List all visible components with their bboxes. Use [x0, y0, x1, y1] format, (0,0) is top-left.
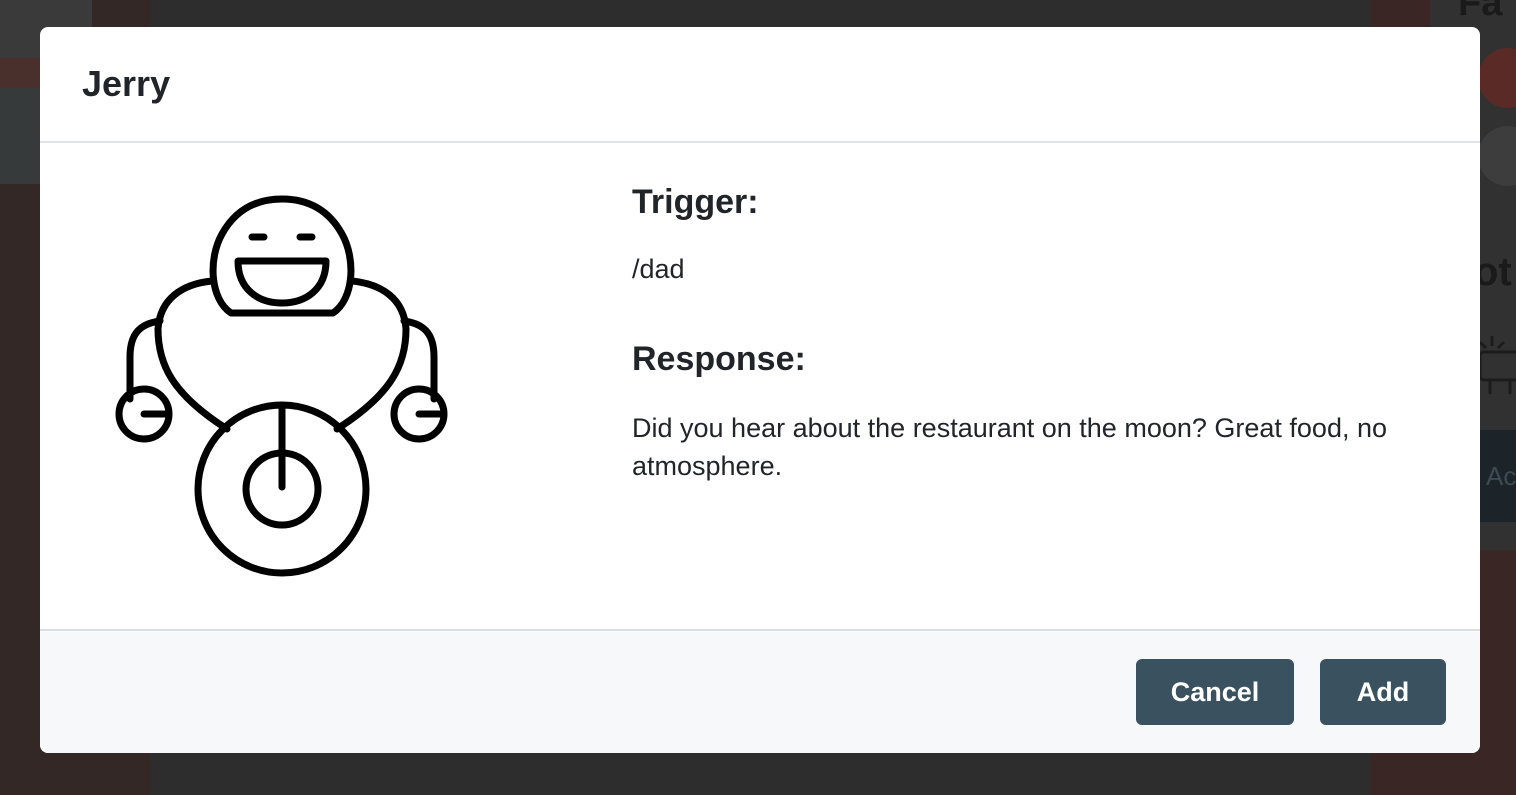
trigger-value: /dad [632, 254, 685, 284]
bot-icon [1478, 336, 1516, 394]
trigger-label: Trigger: [632, 183, 759, 221]
add-button[interactable]: Add [1320, 659, 1446, 725]
bot-details: Trigger: /dad Response: Did you hear abo… [632, 183, 1422, 485]
bg-heading: Fa [1458, 0, 1503, 24]
modal-header: Jerry [40, 27, 1480, 143]
modal-title: Jerry [82, 63, 171, 104]
bot-details-modal: Jerry Trigger: /dad Response: Did you he… [40, 27, 1480, 753]
modal-footer: Cancel Add [40, 629, 1480, 753]
response-value: Did you hear about the restaurant on the… [632, 413, 1387, 481]
bg-action-button: Ac [1480, 430, 1516, 522]
modal-body: Trigger: /dad Response: Did you hear abo… [40, 143, 1480, 629]
robot-icon [115, 195, 448, 577]
cancel-button[interactable]: Cancel [1136, 659, 1294, 725]
response-label: Response: [632, 340, 806, 378]
